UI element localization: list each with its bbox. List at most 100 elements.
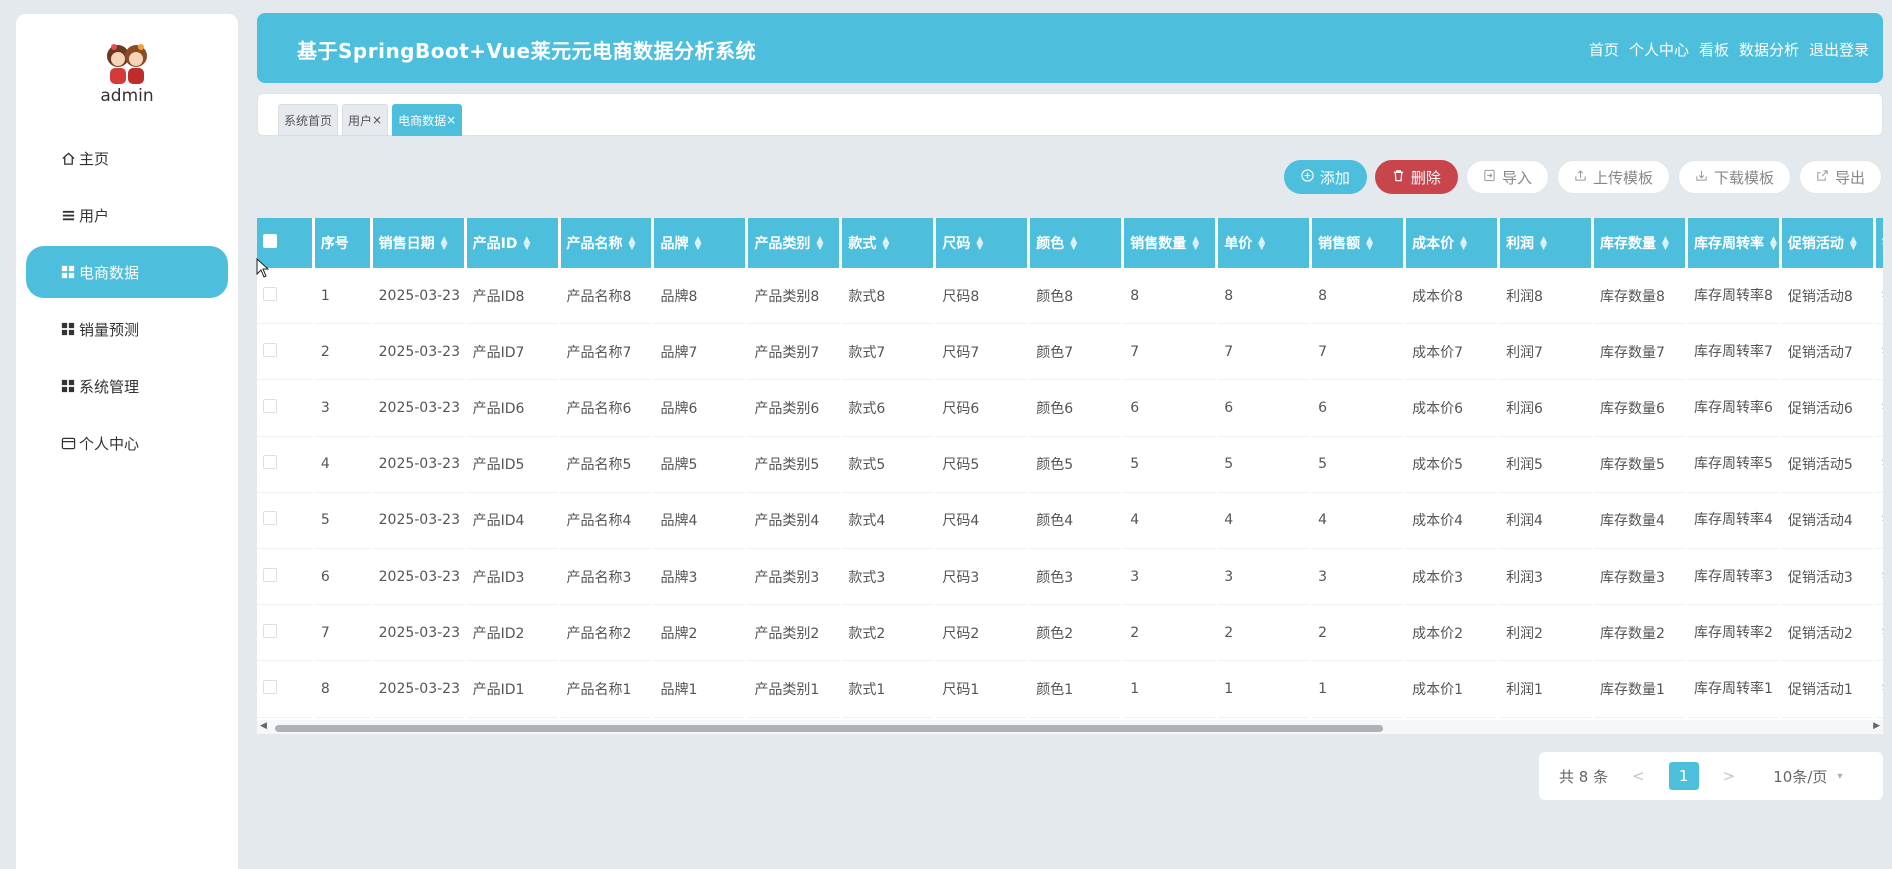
column-header[interactable]: 库存数量 ▲ ▼ (1594, 218, 1685, 268)
sort-icon[interactable]: ▲ ▼ (1366, 236, 1373, 252)
sort-icon[interactable]: ▲ ▼ (1770, 236, 1777, 252)
column-header[interactable]: 序号 (314, 218, 370, 268)
table-cell: 产品名称3 (560, 548, 652, 606)
select-all-checkbox[interactable] (263, 234, 277, 248)
sidebar-item-profile[interactable]: 个人中心 (26, 417, 228, 469)
sidebar-item-system-management[interactable]: 系统管理 (26, 360, 228, 412)
sort-icon[interactable]: ▲ ▼ (523, 236, 530, 252)
scroll-left-arrow-icon[interactable]: ◀ (260, 721, 267, 731)
column-header[interactable]: 成本价 ▲ ▼ (1406, 218, 1498, 268)
table-cell: 利润2 (1500, 605, 1592, 662)
sidebar-item-label: 主页 (79, 149, 110, 168)
table-cell: 销售渠道6 (1875, 380, 1883, 437)
table-cell: 7 (1312, 324, 1404, 381)
row-checkbox[interactable] (263, 623, 277, 638)
table-cell: 颜色1 (1030, 661, 1122, 718)
tab-users[interactable]: 用户 × (342, 104, 389, 136)
delete-button[interactable]: 删除 (1374, 160, 1458, 194)
close-icon[interactable]: × (372, 113, 382, 127)
table-row[interactable]: 1 2025-03-23 产品ID8 产品名称8 品牌8 产品类别8 款式8 尺码8 颜色8 8 8… (257, 268, 1883, 325)
column-header[interactable]: 颜色 ▲ ▼ (1030, 218, 1122, 268)
horizontal-scrollbar[interactable]: ◀ ▶ (257, 720, 1883, 734)
next-page-button[interactable]: > (1723, 767, 1736, 785)
column-header-label: 序号 (320, 236, 349, 252)
sort-icon[interactable]: ▲ ▼ (1662, 236, 1669, 252)
column-header[interactable]: 利润 ▲ ▼ (1500, 218, 1592, 268)
table-row[interactable]: 3 2025-03-23 产品ID6 产品名称6 品牌6 产品类别6 款式6 尺码6 颜色6 6 6… (257, 380, 1883, 437)
sort-icon[interactable]: ▲ ▼ (1070, 236, 1077, 252)
scroll-right-arrow-icon[interactable]: ▶ (1873, 721, 1880, 731)
sort-icon[interactable]: ▲ ▼ (1540, 236, 1547, 252)
avatar[interactable] (101, 36, 153, 88)
nav-dashboard-link[interactable]: 看板 (1699, 39, 1729, 60)
table-row[interactable]: 7 2025-03-23 产品ID2 产品名称2 品牌2 产品类别2 款式2 尺码2 颜色2 2 2… (257, 605, 1883, 662)
sort-icon[interactable]: ▲ ▼ (629, 236, 636, 252)
column-header[interactable]: 产品类别 ▲ ▼ (748, 218, 840, 268)
sort-icon[interactable]: ▲ ▼ (976, 236, 983, 252)
column-header[interactable]: 品牌 ▲ ▼ (654, 218, 746, 268)
prev-page-button[interactable]: < (1632, 767, 1645, 785)
sort-icon[interactable]: ▲ ▼ (1460, 236, 1467, 252)
download-template-label: 下载模板 (1713, 168, 1774, 187)
table-cell: 产品名称1 (560, 661, 652, 718)
download-template-button[interactable]: 下载模板 (1677, 160, 1791, 194)
sidebar-item-sales-forecast[interactable]: 销量预测 (26, 303, 228, 355)
table-row[interactable]: 6 2025-03-23 产品ID3 产品名称3 品牌3 产品类别3 款式3 尺码3 颜色3 3 3… (257, 548, 1883, 606)
add-button[interactable]: 添加 (1283, 160, 1367, 194)
row-checkbox[interactable] (263, 679, 277, 694)
card-icon (60, 435, 76, 451)
column-header[interactable]: 销售日期 ▲ ▼ (372, 218, 464, 268)
table-cell: 品牌5 (654, 436, 746, 493)
column-header[interactable]: 销售渠道▲▼ (1875, 218, 1883, 268)
row-checkbox[interactable] (263, 398, 277, 413)
sort-icon[interactable]: ▲ ▼ (441, 236, 448, 252)
sidebar-item-ecommerce-data[interactable]: 电商数据 (26, 246, 228, 298)
import-button[interactable]: 导入 (1465, 160, 1549, 194)
row-checkbox[interactable] (263, 455, 277, 470)
row-checkbox[interactable] (263, 567, 277, 582)
column-header[interactable]: 销售额 ▲ ▼ (1312, 218, 1404, 268)
export-button[interactable]: 导出 (1798, 160, 1882, 194)
row-checkbox[interactable] (263, 511, 277, 526)
sort-icon[interactable]: ▲ ▼ (1258, 236, 1265, 252)
column-header[interactable]: 款式 ▲ ▼ (842, 218, 934, 268)
column-header[interactable]: 库存周转率 ▲ ▼ (1687, 218, 1779, 268)
column-header[interactable]: 单价 ▲ ▼ (1218, 218, 1310, 268)
table-cell: 促销活动3 (1781, 548, 1873, 606)
sidebar-item-users[interactable]: 用户 (26, 189, 228, 241)
table-row[interactable]: 2 2025-03-23 产品ID7 产品名称7 品牌7 产品类别7 款式7 尺码7 颜色7 7 7… (257, 324, 1883, 381)
upload-template-button[interactable]: 上传模板 (1556, 160, 1670, 194)
row-checkbox[interactable] (263, 286, 277, 301)
tab-ecommerce-data[interactable]: 电商数据 × (392, 104, 463, 136)
column-header[interactable]: 产品ID ▲ ▼ (466, 218, 558, 268)
grid-icon (60, 264, 76, 280)
export-icon (1816, 168, 1829, 186)
column-header[interactable]: 产品名称 ▲ ▼ (560, 218, 652, 268)
row-checkbox[interactable] (263, 342, 277, 357)
table-cell: 销售渠道1 (1875, 661, 1883, 718)
sort-icon[interactable]: ▲ ▼ (816, 236, 823, 252)
tab-system-home[interactable]: 系统首页 (278, 104, 339, 136)
sort-icon[interactable]: ▲ ▼ (1850, 236, 1857, 252)
table-row[interactable]: 5 2025-03-23 产品ID4 产品名称4 品牌4 产品类别4 款式4 尺码4 颜色4 4 4… (257, 492, 1883, 549)
column-header[interactable]: 销售数量 ▲ ▼ (1124, 218, 1216, 268)
sort-icon[interactable]: ▲ ▼ (882, 236, 889, 252)
column-header[interactable]: 尺码 ▲ ▼ (936, 218, 1028, 268)
nav-home-link[interactable]: 首页 (1589, 39, 1619, 60)
table-cell: 库存数量7 (1594, 324, 1685, 381)
column-header[interactable]: 促销活动 ▲ ▼ (1781, 218, 1873, 268)
table-row[interactable]: 8 2025-03-23 产品ID1 产品名称1 品牌1 产品类别1 款式1 尺码1 颜色1 1 1… (257, 661, 1883, 718)
delete-button-label: 删除 (1410, 168, 1441, 187)
page-number-1[interactable]: 1 (1668, 762, 1699, 790)
page-size-select[interactable]: 10条/页 ▾ (1773, 766, 1842, 787)
nav-logout-link[interactable]: 退出登录 (1809, 39, 1869, 60)
sidebar-item-home[interactable]: 主页 (26, 132, 228, 184)
close-icon[interactable]: × (446, 113, 456, 127)
table-cell: 1 (314, 268, 370, 325)
sort-icon[interactable]: ▲ ▼ (694, 236, 701, 252)
scrollbar-thumb[interactable] (275, 725, 1383, 732)
nav-profile-link[interactable]: 个人中心 (1629, 39, 1689, 60)
table-row[interactable]: 4 2025-03-23 产品ID5 产品名称5 品牌5 产品类别5 款式5 尺码5 颜色5 5 5… (257, 436, 1883, 493)
sort-icon[interactable]: ▲ ▼ (1192, 236, 1199, 252)
nav-analytics-link[interactable]: 数据分析 (1739, 39, 1799, 60)
